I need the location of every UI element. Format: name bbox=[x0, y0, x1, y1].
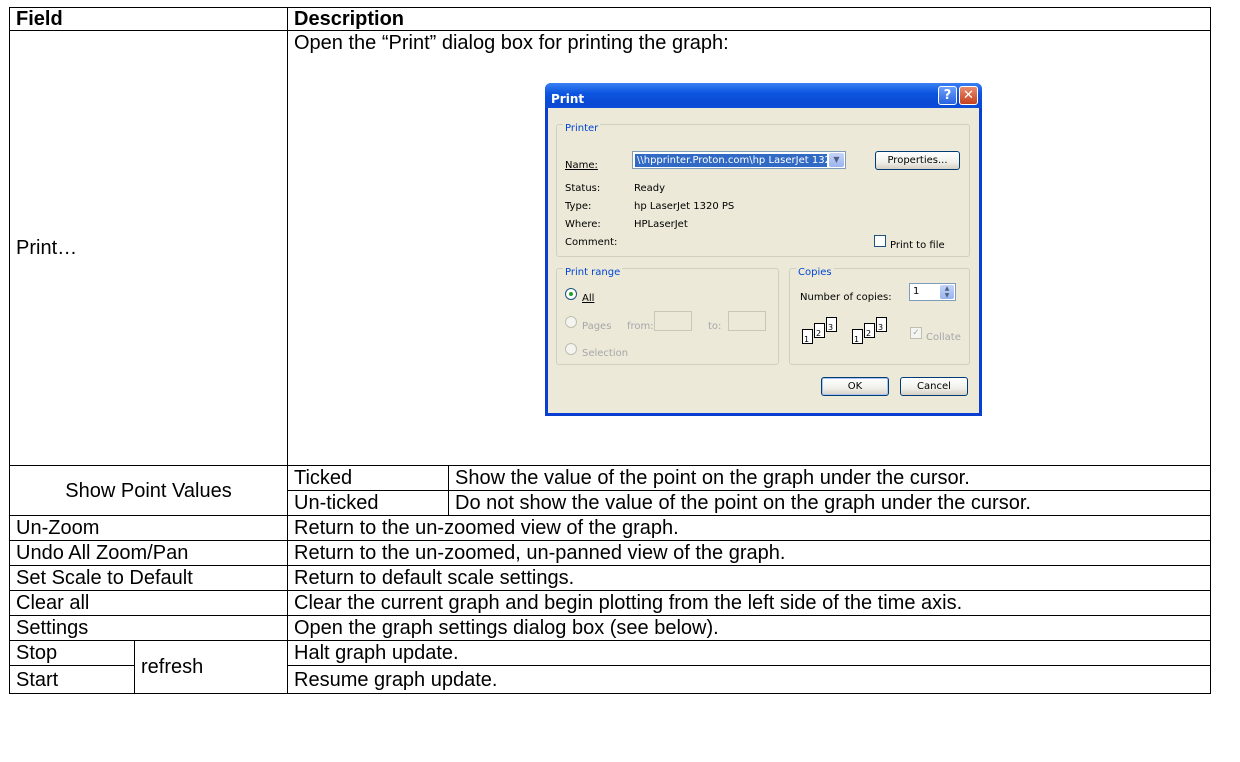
table-row: Show Point Values Ticked Show the value … bbox=[9, 465, 1211, 516]
dialog-title: Print bbox=[551, 92, 585, 106]
printer-group-label: Printer bbox=[563, 118, 601, 140]
to-label: to: bbox=[708, 321, 722, 332]
table-row: Stop refresh Halt graph update. bbox=[9, 640, 1211, 694]
table-row: Print… Open the “Print” dialog box for p… bbox=[9, 30, 1211, 466]
pages-radio[interactable] bbox=[565, 316, 577, 328]
all-radio[interactable] bbox=[565, 288, 577, 300]
description-set-scale-to-default: Return to default scale settings. bbox=[287, 565, 1211, 591]
dialog-body: Printer Name: \\hpprinter.Proton.com\hp … bbox=[548, 108, 979, 413]
print-range-group-label: Print range bbox=[563, 262, 623, 284]
from-label: from: bbox=[627, 321, 654, 332]
refresh-group-label: refresh bbox=[134, 640, 288, 694]
print-to-file-label: Print to file bbox=[890, 240, 945, 251]
printer-group: Printer Name: \\hpprinter.Proton.com\hp … bbox=[556, 118, 970, 257]
table-header-row: Field Description bbox=[9, 7, 1211, 31]
ok-button[interactable]: OK bbox=[821, 377, 889, 396]
field-start: Start bbox=[9, 665, 135, 694]
description-undo-all-zoom-pan: Return to the un-zoomed, un-panned view … bbox=[287, 540, 1211, 566]
description-un-zoom: Return to the un-zoomed view of the grap… bbox=[287, 515, 1211, 541]
field-show-point-values: Show Point Values bbox=[9, 465, 288, 516]
field-settings: Settings bbox=[9, 615, 288, 641]
spin-arrows-icon[interactable]: ▲ ▼ bbox=[940, 285, 954, 299]
field-description-table: Field Description Print… Open the “Print… bbox=[9, 7, 1211, 694]
header-field: Field bbox=[9, 7, 288, 31]
description-stop: Halt graph update. bbox=[287, 640, 1211, 666]
cancel-button[interactable]: Cancel bbox=[900, 377, 968, 396]
comment-label: Comment: bbox=[565, 237, 618, 248]
field-undo-all-zoom-pan: Undo All Zoom/Pan bbox=[9, 540, 288, 566]
from-input[interactable] bbox=[654, 311, 692, 331]
field-clear-all: Clear all bbox=[9, 590, 288, 616]
print-description-text: Open the “Print” dialog box for printing… bbox=[294, 32, 729, 54]
field-set-scale-to-default: Set Scale to Default bbox=[9, 565, 288, 591]
number-of-copies-label: Number of copies: bbox=[800, 292, 892, 303]
dialog-title-bar: Print ? ✕ bbox=[545, 83, 982, 108]
field-un-zoom: Un-Zoom bbox=[9, 515, 288, 541]
table-row: Undo All Zoom/Pan Return to the un-zoome… bbox=[9, 540, 1211, 566]
description-clear-all: Clear the current graph and begin plotti… bbox=[287, 590, 1211, 616]
help-icon[interactable]: ? bbox=[938, 86, 957, 105]
field-stop: Stop bbox=[9, 640, 135, 666]
copies-group: Copies Number of copies: 1 ▲ ▼ 3 2 1 3 2… bbox=[789, 262, 970, 365]
pages-label: Pages bbox=[582, 321, 612, 332]
table-row: Set Scale to Default Return to default s… bbox=[9, 565, 1211, 591]
printer-name-select[interactable]: \\hpprinter.Proton.com\hp LaserJet 1320 … bbox=[632, 151, 846, 169]
description-settings: Open the graph settings dialog box (see … bbox=[287, 615, 1211, 641]
ticked-description: Show the value of the point on the graph… bbox=[448, 465, 1211, 491]
to-input[interactable] bbox=[728, 311, 766, 331]
table-row: Settings Open the graph settings dialog … bbox=[9, 615, 1211, 641]
description-print: Open the “Print” dialog box for printing… bbox=[287, 30, 1211, 466]
table-row: Un-Zoom Return to the un-zoomed view of … bbox=[9, 515, 1211, 541]
all-label: All bbox=[582, 293, 595, 304]
name-label: Name: bbox=[565, 160, 598, 171]
header-description: Description bbox=[287, 7, 1211, 31]
chevron-down-icon[interactable]: ▼ bbox=[829, 153, 844, 167]
table-row: Clear all Clear the current graph and be… bbox=[9, 590, 1211, 616]
description-start: Resume graph update. bbox=[287, 665, 1211, 694]
collate-label: Collate bbox=[926, 332, 961, 343]
collate-checkbox[interactable]: ✓ bbox=[910, 327, 922, 339]
print-to-file-checkbox[interactable] bbox=[874, 235, 886, 247]
unticked-description: Do not show the value of the point on th… bbox=[448, 490, 1211, 516]
selection-label: Selection bbox=[582, 348, 629, 359]
where-value: HPLaserJet bbox=[634, 219, 688, 230]
copies-value: 1 bbox=[913, 286, 920, 297]
printer-name-value: \\hpprinter.Proton.com\hp LaserJet 1320 bbox=[635, 154, 827, 167]
unticked-label: Un-ticked bbox=[287, 490, 449, 516]
close-icon[interactable]: ✕ bbox=[959, 86, 978, 105]
ticked-label: Ticked bbox=[287, 465, 449, 491]
print-dialog: Print ? ✕ Printer Name: \\hpprinter.Prot… bbox=[545, 83, 982, 416]
selection-radio[interactable] bbox=[565, 343, 577, 355]
collate-illustration-2: 3 2 1 bbox=[852, 317, 897, 353]
field-print: Print… bbox=[9, 30, 288, 466]
properties-button[interactable]: Properties... bbox=[875, 151, 960, 170]
copies-spinner[interactable]: 1 ▲ ▼ bbox=[909, 283, 956, 301]
collate-illustration-1: 3 2 1 bbox=[802, 317, 847, 353]
copies-group-label: Copies bbox=[796, 262, 834, 284]
print-range-group: Print range All Pages from: to: Selectio… bbox=[556, 262, 779, 365]
